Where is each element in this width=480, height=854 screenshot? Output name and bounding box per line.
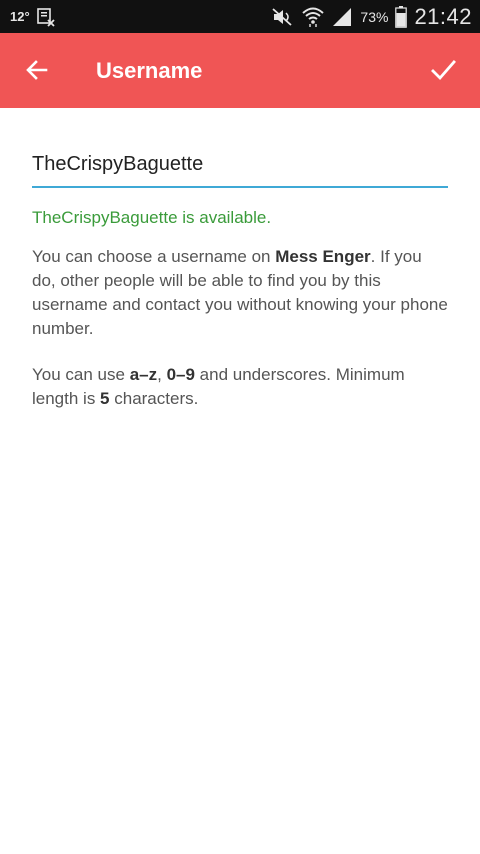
help-text-part: , (157, 365, 167, 384)
availability-message: TheCrispyBaguette is available. (32, 208, 272, 227)
app-name: Mess Enger (275, 247, 371, 266)
help-text-part: You can use (32, 365, 130, 384)
wifi-icon (302, 6, 325, 28)
done-button[interactable] (426, 53, 460, 87)
status-left: 12° (10, 0, 56, 33)
battery-icon (395, 5, 408, 28)
clock: 21:42 (414, 3, 472, 29)
help-text-rules: You can use a–z, 0–9 and underscores. Mi… (32, 363, 448, 411)
username-field[interactable] (32, 142, 448, 188)
screenshot-notification-icon (36, 7, 56, 27)
status-bar: 12° 73% 21:42 (0, 0, 480, 33)
back-button[interactable] (20, 53, 54, 87)
battery-percent: 73% (360, 8, 389, 25)
allowed-letters: a–z (129, 365, 158, 384)
mute-icon (271, 7, 295, 27)
app-bar: Username (0, 33, 480, 108)
arrow-left-icon (26, 60, 48, 80)
help-text-part: You can choose a username on (32, 247, 276, 266)
allowed-digits: 0–9 (166, 365, 195, 384)
temperature-readout: 12° (10, 9, 30, 24)
help-text-part: characters. (109, 389, 199, 408)
minimum-length: 5 (100, 389, 110, 408)
check-icon (431, 60, 456, 81)
page-title: Username (96, 58, 203, 83)
status-right: 73% 21:42 (271, 0, 472, 33)
username-input[interactable] (32, 152, 448, 176)
content: TheCrispyBaguette is available. You can … (32, 108, 448, 411)
signal-icon (331, 7, 353, 27)
help-text-usage: You can choose a username on Mess Enger.… (32, 245, 448, 341)
